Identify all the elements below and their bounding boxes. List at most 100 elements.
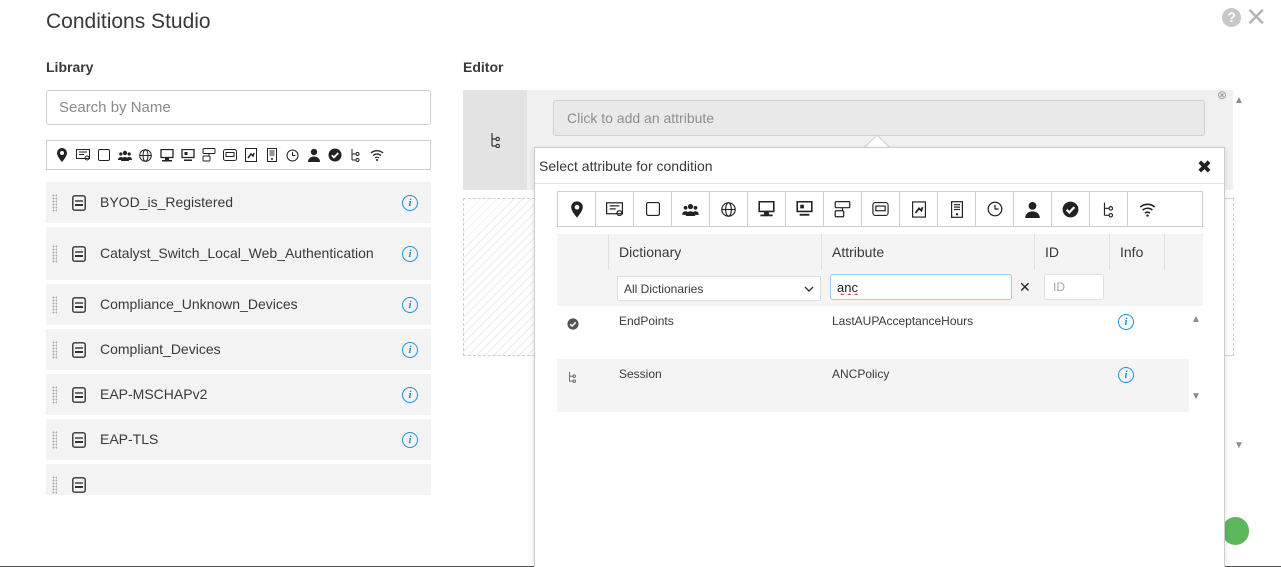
drag-handle-icon[interactable] <box>46 464 62 495</box>
condition-icon <box>62 431 96 448</box>
group-icon[interactable] <box>114 142 135 168</box>
computer-icon[interactable] <box>748 192 786 226</box>
document-icon[interactable] <box>900 192 938 226</box>
tree-icon <box>463 90 527 190</box>
library-item-name: Compliance_Unknown_Devices <box>100 296 298 312</box>
network-device-icon[interactable] <box>198 142 219 168</box>
checkmark-circle-icon[interactable] <box>324 142 345 168</box>
user-icon[interactable] <box>303 142 324 168</box>
drag-handle-icon[interactable] <box>46 227 62 280</box>
result-dictionary: Session <box>619 367 662 381</box>
dictionary-select[interactable]: All Dictionaries <box>617 276 821 301</box>
server-icon[interactable] <box>261 142 282 168</box>
drop-zone[interactable] <box>463 198 535 356</box>
chevron-down-icon <box>804 282 814 296</box>
info-icon[interactable]: i <box>389 296 431 313</box>
add-attribute-input[interactable]: Click to add an attribute <box>553 100 1205 136</box>
drag-handle-icon[interactable] <box>46 374 62 415</box>
attribute-icon-filter-bar <box>557 191 1203 227</box>
column-id[interactable]: ID <box>1035 234 1110 270</box>
globe-icon[interactable] <box>710 192 748 226</box>
library-item[interactable]: Compliance_Unknown_Devices i <box>46 284 431 329</box>
location-icon[interactable] <box>51 142 72 168</box>
network-device-icon[interactable] <box>824 192 862 226</box>
condition-icon <box>62 476 96 493</box>
library-item[interactable]: Catalyst_Switch_Local_Web_Authentication… <box>46 227 431 284</box>
library-item[interactable]: Compliant_Devices i <box>46 329 431 374</box>
close-icon[interactable]: ✖ <box>1197 157 1212 178</box>
result-attribute: LastAUPAcceptanceHours <box>832 314 974 328</box>
monitor-icon[interactable] <box>786 192 824 226</box>
condition-icon <box>62 194 96 211</box>
clock-icon[interactable] <box>282 142 303 168</box>
square-icon[interactable] <box>93 142 114 168</box>
wifi-icon[interactable] <box>366 142 387 168</box>
result-dictionary: EndPoints <box>619 314 674 328</box>
remove-condition-icon[interactable]: ⊗ <box>1217 88 1227 102</box>
user-icon[interactable] <box>1014 192 1052 226</box>
monitor-icon[interactable] <box>177 142 198 168</box>
condition-icon <box>62 245 96 262</box>
condition-icon <box>62 386 96 403</box>
location-icon[interactable] <box>558 192 596 226</box>
select-attribute-popover: Select attribute for condition ✖ Diction… <box>534 147 1225 567</box>
info-icon[interactable]: i <box>1118 314 1134 330</box>
library-label: Library <box>46 59 94 75</box>
drag-handle-icon[interactable] <box>46 182 62 223</box>
library-item[interactable]: EAP-TLS i <box>46 419 431 464</box>
tree-icon[interactable] <box>1090 192 1128 226</box>
info-icon[interactable]: i <box>389 245 431 262</box>
identity-card-icon[interactable] <box>596 192 634 226</box>
scroll-down-icon[interactable]: ▼ <box>1234 440 1244 451</box>
attribute-table-header: Dictionary Attribute ID Info <box>557 234 1203 270</box>
library-item-name: BYOD_is_Registered <box>100 194 234 210</box>
checkmark-circle-icon <box>567 318 579 333</box>
column-dictionary[interactable]: Dictionary <box>609 234 822 270</box>
condition-icon <box>62 296 96 313</box>
library-item[interactable]: EAP-MSCHAPv2 i <box>46 374 431 419</box>
close-icon[interactable]: ✕ <box>1245 4 1267 30</box>
library-item-name: Catalyst_Switch_Local_Web_Authentication <box>100 245 374 261</box>
checkmark-circle-icon[interactable] <box>1052 192 1090 226</box>
library-item[interactable]: BYOD_is_Registered i <box>46 182 431 227</box>
info-icon[interactable]: i <box>389 194 431 211</box>
editor-label: Editor <box>463 59 504 75</box>
attribute-filter-input[interactable] <box>830 274 1012 300</box>
scroll-up-icon[interactable]: ▲ <box>1191 314 1201 325</box>
clock-icon[interactable] <box>976 192 1014 226</box>
group-icon[interactable] <box>672 192 710 226</box>
scroll-up-icon[interactable]: ▲ <box>1234 95 1244 106</box>
drop-zone-edge <box>1224 198 1234 356</box>
scroll-down-icon[interactable]: ▼ <box>1191 391 1201 402</box>
tree-icon[interactable] <box>345 142 366 168</box>
table-row[interactable]: Session ANCPolicy i <box>557 359 1189 412</box>
dialog-title: Conditions Studio <box>46 10 211 33</box>
square-icon[interactable] <box>634 192 672 226</box>
computer-icon[interactable] <box>156 142 177 168</box>
nic-icon[interactable] <box>862 192 900 226</box>
drag-handle-icon[interactable] <box>46 419 62 460</box>
dictionary-select-value: All Dictionaries <box>624 281 704 296</box>
table-row[interactable]: EndPoints LastAUPAcceptanceHours i <box>557 306 1189 359</box>
action-button[interactable] <box>1222 517 1249 545</box>
server-icon[interactable] <box>938 192 976 226</box>
globe-icon[interactable] <box>135 142 156 168</box>
info-icon[interactable]: i <box>389 341 431 358</box>
column-attribute[interactable]: Attribute <box>822 234 1035 270</box>
id-filter-input[interactable] <box>1044 274 1104 300</box>
identity-card-icon[interactable] <box>72 142 93 168</box>
document-icon[interactable] <box>240 142 261 168</box>
nic-icon[interactable] <box>219 142 240 168</box>
info-icon[interactable]: i <box>389 386 431 403</box>
question-circle-icon[interactable]: ? <box>1222 7 1242 27</box>
clear-icon[interactable]: ✕ <box>1019 279 1031 296</box>
drag-handle-icon[interactable] <box>46 284 62 325</box>
attribute-results: EndPoints LastAUPAcceptanceHours i Sessi… <box>557 306 1203 416</box>
library-item-name: EAP-TLS <box>100 431 159 447</box>
wifi-icon[interactable] <box>1128 192 1166 226</box>
library-item[interactable] <box>46 464 431 495</box>
library-search-input[interactable] <box>46 90 431 125</box>
info-icon[interactable]: i <box>389 431 431 448</box>
drag-handle-icon[interactable] <box>46 329 62 370</box>
info-icon[interactable]: i <box>1118 367 1134 383</box>
